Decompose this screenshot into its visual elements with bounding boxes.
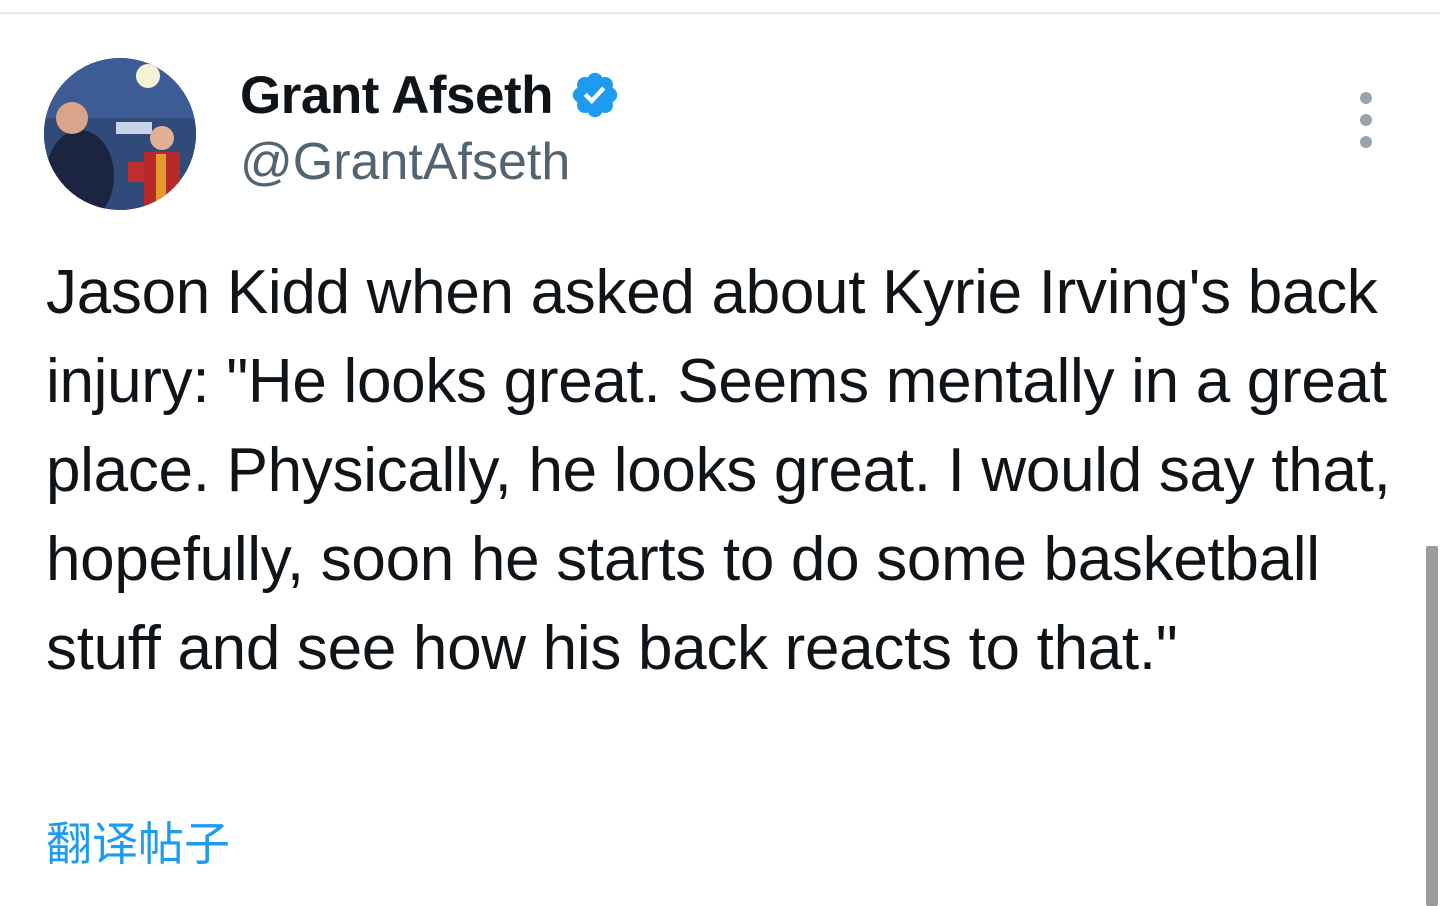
more-options-icon-dot [1360,136,1372,148]
tweet-body-text: Jason Kidd when asked about Kyrie Irving… [46,258,1391,683]
tweet-author: Grant Afseth @GrantAfseth [240,62,621,192]
more-options-icon-dot [1360,114,1372,126]
scrollbar-thumb[interactable] [1426,546,1438,906]
scrollbar[interactable] [1424,546,1440,906]
top-divider [0,12,1440,14]
tweet-page: Grant Afseth @GrantAfseth Jason Kidd whe… [0,0,1440,906]
author-handle[interactable]: @GrantAfseth [240,132,621,192]
translate-post-link[interactable]: 翻译帖子 [46,808,230,874]
avatar-photo [44,58,196,210]
avatar[interactable] [44,58,196,210]
author-name-row: Grant Afseth [240,62,621,128]
verified-badge-icon [569,69,621,121]
more-options-button[interactable] [1346,92,1386,148]
more-options-icon [1360,92,1372,104]
author-display-name[interactable]: Grant Afseth [240,65,554,126]
